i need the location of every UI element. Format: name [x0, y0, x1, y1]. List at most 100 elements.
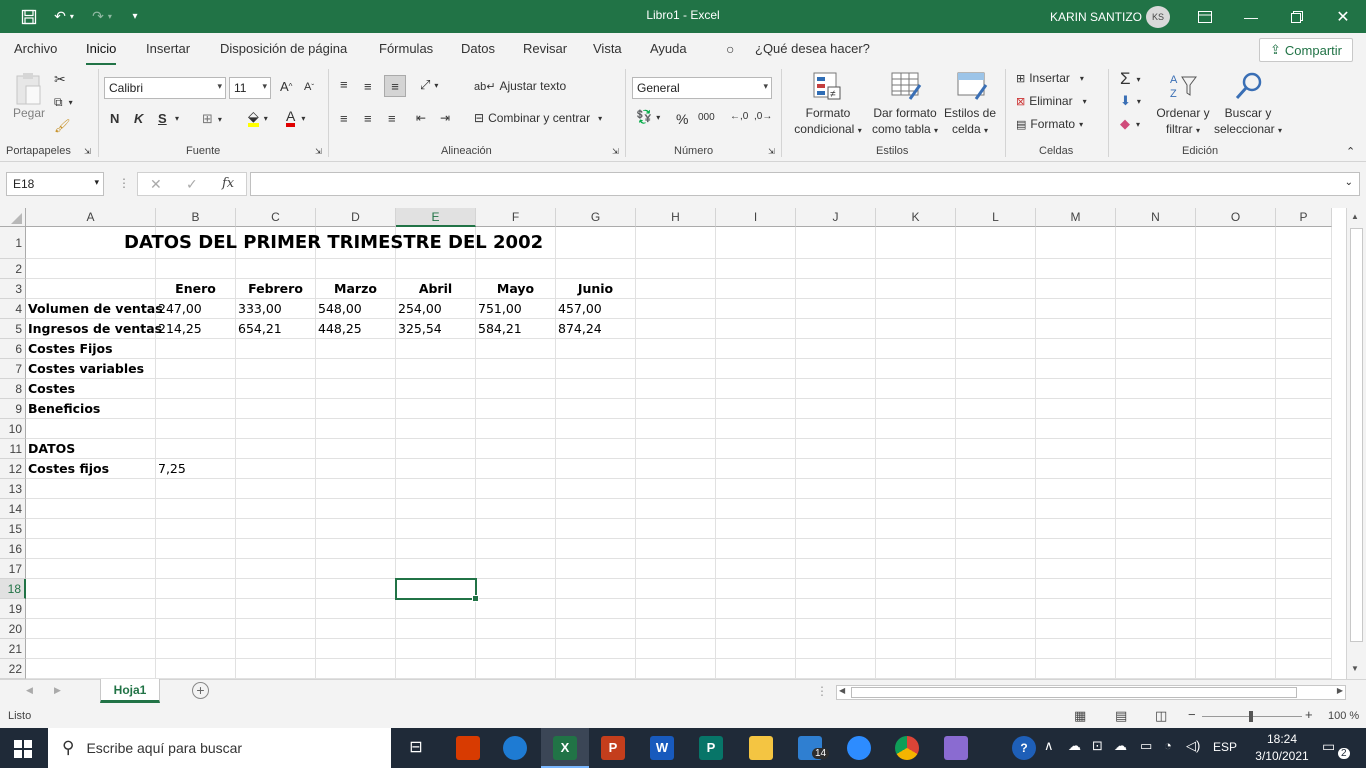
cell-p10[interactable] [1276, 419, 1332, 439]
volume-icon[interactable]: ◁) [1186, 738, 1200, 754]
cell-o13[interactable] [1196, 479, 1276, 499]
cell-j14[interactable] [796, 499, 876, 519]
cell-f16[interactable] [476, 539, 556, 559]
cell-h4[interactable] [636, 299, 716, 319]
row-header-3[interactable]: 3 [0, 279, 26, 299]
next-sheet-icon[interactable]: ▶ [54, 685, 61, 696]
cell-m1[interactable] [1036, 227, 1116, 259]
tab-revisar[interactable]: Revisar [523, 41, 567, 56]
column-header-n[interactable]: N [1116, 208, 1196, 227]
cell-g9[interactable] [556, 399, 636, 419]
cell-n11[interactable] [1116, 439, 1196, 459]
dialog-launcher-icon[interactable]: ⇲ [315, 147, 322, 156]
cell-o12[interactable] [1196, 459, 1276, 479]
tab-insertar[interactable]: Insertar [146, 41, 190, 56]
clear-icon[interactable]: ◆ ▾ [1120, 116, 1140, 132]
cell-o18[interactable] [1196, 579, 1276, 599]
cell-f4[interactable]: 751,00 [476, 299, 556, 319]
scroll-down-icon[interactable]: ▼ [1351, 664, 1359, 673]
row-header-22[interactable]: 22 [0, 659, 26, 679]
cell-f21[interactable] [476, 639, 556, 659]
windows-start-icon[interactable] [14, 740, 32, 761]
active-cell-selection[interactable] [395, 578, 479, 602]
autosum-icon[interactable]: Σ ▾ [1120, 69, 1141, 89]
cell-e12[interactable] [396, 459, 476, 479]
cell-h1[interactable] [636, 227, 716, 259]
row-header-2[interactable]: 2 [0, 259, 26, 279]
cell-i1[interactable] [716, 227, 796, 259]
cell-h9[interactable] [636, 399, 716, 419]
column-header-d[interactable]: D [316, 208, 396, 227]
cell-e16[interactable] [396, 539, 476, 559]
cell-g17[interactable] [556, 559, 636, 579]
sort-filter-button[interactable]: Ordenar y filtrar ▾ [1150, 105, 1216, 139]
scrollbar-thumb[interactable] [1350, 228, 1363, 642]
cell-o17[interactable] [1196, 559, 1276, 579]
zoom-in-icon[interactable]: + [1305, 707, 1313, 722]
cell-a1[interactable]: DATOS DEL PRIMER TRIMESTRE DEL 2002 [26, 227, 543, 259]
cell-b6[interactable] [156, 339, 236, 359]
cell-f2[interactable] [476, 259, 556, 279]
normal-view-icon[interactable]: ▦ [1074, 708, 1086, 724]
cell-f20[interactable] [476, 619, 556, 639]
cell-n18[interactable] [1116, 579, 1196, 599]
cell-b7[interactable] [156, 359, 236, 379]
cell-i20[interactable] [716, 619, 796, 639]
cell-b12[interactable]: 7,25 [156, 459, 236, 479]
cell-n15[interactable] [1116, 519, 1196, 539]
fill-color-icon[interactable]: ⬙ ▾ [248, 109, 268, 127]
splitter-icon[interactable]: ⋮ [816, 684, 828, 698]
cell-l7[interactable] [956, 359, 1036, 379]
cell-b18[interactable] [156, 579, 236, 599]
cell-e13[interactable] [396, 479, 476, 499]
merge-center-button[interactable]: ⊟ Combinar y centrar ▾ [474, 111, 602, 125]
cell-o15[interactable] [1196, 519, 1276, 539]
cell-d20[interactable] [316, 619, 396, 639]
cell-a18[interactable] [26, 579, 156, 599]
cell-g5[interactable]: 874,24 [556, 319, 636, 339]
edge-icon[interactable] [503, 736, 527, 760]
cell-o10[interactable] [1196, 419, 1276, 439]
cell-m22[interactable] [1036, 659, 1116, 679]
cell-g4[interactable]: 457,00 [556, 299, 636, 319]
close-icon[interactable]: ✕ [1328, 0, 1358, 33]
battery-icon[interactable]: ▭ [1140, 738, 1152, 754]
cell-a9[interactable]: Beneficios [26, 399, 156, 419]
cell-l4[interactable] [956, 299, 1036, 319]
cell-h11[interactable] [636, 439, 716, 459]
cell-k18[interactable] [876, 579, 956, 599]
cell-g7[interactable] [556, 359, 636, 379]
meet-icon[interactable]: ⊡ [1092, 738, 1103, 754]
cell-h18[interactable] [636, 579, 716, 599]
bold-button[interactable]: N [110, 111, 119, 126]
find-select-button[interactable]: Buscar y seleccionar ▾ [1210, 105, 1286, 139]
row-header-7[interactable]: 7 [0, 359, 26, 379]
page-break-view-icon[interactable]: ◫ [1155, 708, 1167, 724]
cell-c17[interactable] [236, 559, 316, 579]
paste-icon[interactable] [14, 71, 46, 107]
cell-b19[interactable] [156, 599, 236, 619]
cell-b16[interactable] [156, 539, 236, 559]
tab-datos[interactable]: Datos [461, 41, 495, 56]
cell-h13[interactable] [636, 479, 716, 499]
tell-me-search[interactable]: ¿Qué desea hacer? [755, 41, 870, 56]
cell-p8[interactable] [1276, 379, 1332, 399]
column-header-p[interactable]: P [1276, 208, 1332, 227]
cell-o11[interactable] [1196, 439, 1276, 459]
cell-h7[interactable] [636, 359, 716, 379]
cell-p7[interactable] [1276, 359, 1332, 379]
cell-n19[interactable] [1116, 599, 1196, 619]
cell-h15[interactable] [636, 519, 716, 539]
cell-c4[interactable]: 333,00 [236, 299, 316, 319]
cell-f5[interactable]: 584,21 [476, 319, 556, 339]
cell-g1[interactable] [556, 227, 636, 259]
italic-button[interactable]: K [134, 111, 143, 126]
cell-b10[interactable] [156, 419, 236, 439]
column-header-g[interactable]: G [556, 208, 636, 227]
cell-l21[interactable] [956, 639, 1036, 659]
zoom-level[interactable]: 100 % [1328, 710, 1359, 722]
zoom-app-icon[interactable] [847, 736, 871, 760]
increase-indent-icon[interactable]: ⇥ [440, 111, 450, 125]
zoom-out-icon[interactable]: − [1188, 707, 1196, 722]
show-hidden-icons-icon[interactable]: ∧ [1044, 738, 1054, 754]
